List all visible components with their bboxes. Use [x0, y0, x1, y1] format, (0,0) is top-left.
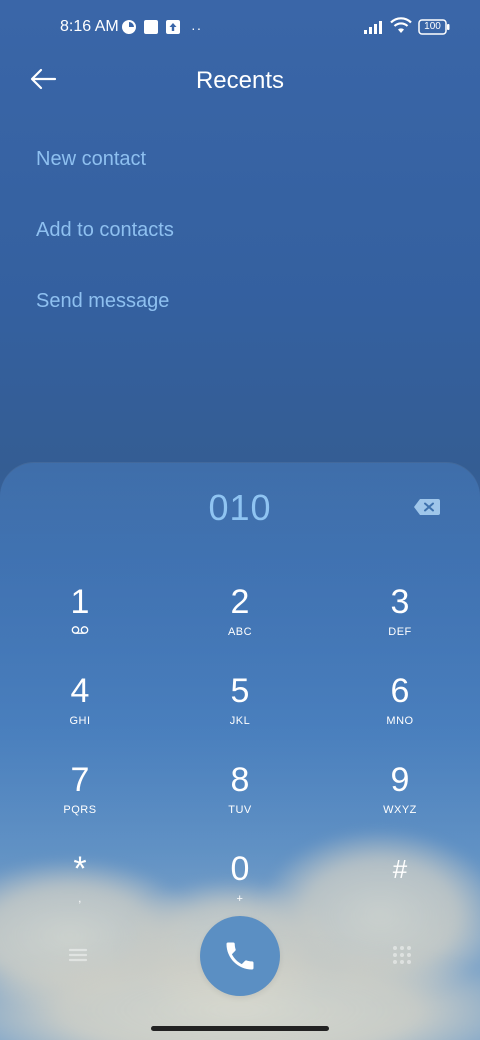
key-digit: 1: [70, 583, 90, 621]
home-indicator[interactable]: [151, 1026, 329, 1031]
backspace-icon: [414, 499, 440, 515]
signal-icon: [364, 20, 386, 39]
key-digit: 4: [70, 672, 90, 710]
backspace-button[interactable]: [412, 496, 442, 518]
status-bar: 8:16 AM ·· 100: [0, 0, 480, 56]
dialed-number: 010: [208, 487, 272, 528]
key-8[interactable]: 8 TUV: [180, 761, 300, 841]
key-digit: 0: [230, 850, 250, 888]
more-notifications-icon: ··: [191, 20, 203, 36]
key-letters: TUV: [228, 804, 252, 816]
key-7[interactable]: 7 PQRS: [20, 761, 140, 841]
key-6[interactable]: 6 MNO: [340, 672, 460, 752]
new-contact-link[interactable]: New contact: [36, 148, 146, 171]
key-4[interactable]: 4 GHI: [20, 672, 140, 752]
key-digit: 3: [390, 583, 410, 621]
add-to-contacts-link[interactable]: Add to contacts: [36, 219, 174, 242]
header: Recents: [0, 56, 480, 108]
upload-icon: [165, 19, 181, 40]
key-digit: 8: [230, 761, 250, 799]
key-star[interactable]: * ,: [20, 850, 140, 930]
key-2[interactable]: 2 ABC: [180, 583, 300, 663]
dialpad-toggle-button[interactable]: [389, 942, 415, 968]
key-hash[interactable]: #: [340, 850, 460, 930]
key-letters: +: [236, 893, 244, 905]
voicemail-icon: [20, 625, 140, 639]
key-digit: 9: [390, 761, 410, 799]
notification-square-icon: [143, 19, 159, 40]
key-digit: 5: [230, 672, 250, 710]
key-letters: ,: [78, 893, 82, 905]
key-digit: 6: [390, 672, 410, 710]
key-letters: DEF: [388, 626, 412, 638]
key-letters: MNO: [386, 715, 414, 727]
menu-button[interactable]: [65, 942, 91, 968]
battery-icon: 100: [418, 19, 450, 35]
key-9[interactable]: 9 WXYZ: [340, 761, 460, 841]
wifi-icon: [390, 17, 412, 40]
call-button[interactable]: [200, 916, 280, 996]
key-digit: #: [392, 854, 408, 884]
phone-screen: 8:16 AM ·· 100 Recents New contact Add t…: [0, 0, 480, 1040]
menu-icon: [68, 948, 88, 962]
key-letters: ABC: [227, 626, 253, 638]
phone-icon: [226, 942, 254, 970]
key-1[interactable]: 1: [20, 583, 140, 663]
key-letters: GHI: [69, 715, 91, 727]
battery-level: 100: [424, 21, 441, 32]
dialpad-grid-icon: [393, 946, 411, 964]
notification-app-icon: [121, 19, 137, 40]
status-time: 8:16 AM: [60, 18, 119, 35]
send-message-link[interactable]: Send message: [36, 290, 169, 313]
key-5[interactable]: 5 JKL: [180, 672, 300, 752]
key-letters: WXYZ: [383, 804, 417, 816]
key-letters: JKL: [229, 715, 251, 727]
key-3[interactable]: 3 DEF: [340, 583, 460, 663]
key-digit: *: [73, 850, 87, 888]
page-title: Recents: [195, 67, 285, 94]
key-digit: 2: [230, 583, 250, 621]
key-digit: 7: [70, 761, 90, 799]
key-letters: PQRS: [63, 804, 97, 816]
